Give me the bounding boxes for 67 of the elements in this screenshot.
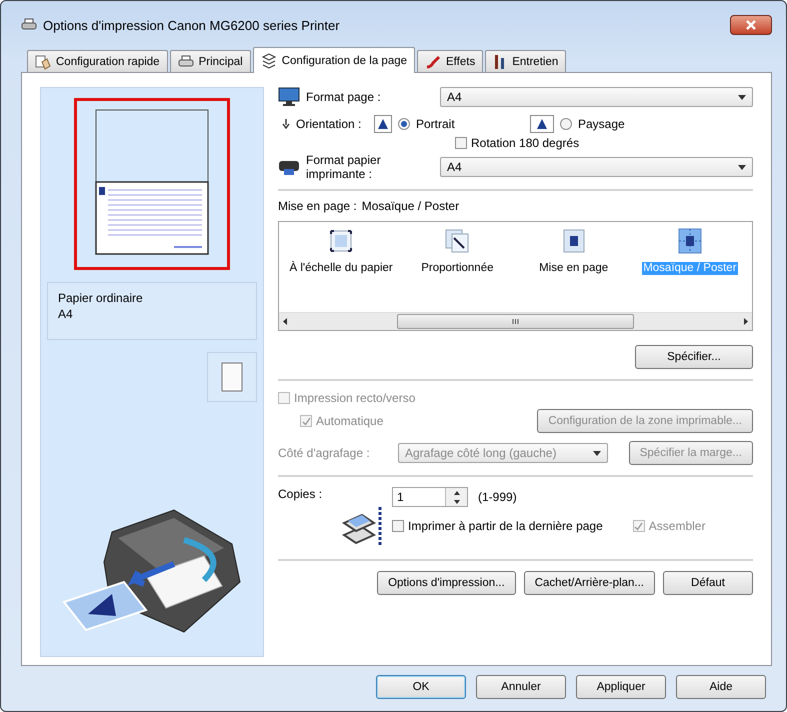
copies-field[interactable]: 1 [392,487,468,507]
tab[interactable]: Configuration de la page [252,47,416,73]
copies-label: Copies : [278,487,324,501]
tab[interactable]: Effets [417,50,484,72]
close-button[interactable] [730,15,772,35]
checkbox[interactable] [455,137,467,149]
paper-type-text: Papier ordinaire [58,291,144,305]
radio-button[interactable] [560,118,572,130]
page-size-dropdown[interactable]: A4 [440,87,753,107]
printer-paper-size-dropdown[interactable]: A4 [440,157,753,177]
copies-range: (1-999) [478,490,517,504]
specify-button[interactable]: Spécifier... [635,345,753,369]
scroll-right-icon [744,318,748,325]
scroll-left-icon [283,318,287,325]
pages-icon [260,52,277,68]
page-icon [221,362,243,392]
layout-value: Mosaïque / Poster [362,199,460,213]
tab[interactable]: Principal [170,50,251,72]
collate-label: Assembler [648,519,706,533]
stapling-label: Côté d'agrafage : [278,446,371,460]
scaled-page-icon [444,228,470,254]
portrait-page-icon [374,115,392,133]
grip-icon [512,319,519,324]
paper-size-text: A4 [58,307,74,321]
page-size-label: Format page : [306,90,382,104]
layout-label: Mise en page : [278,199,357,213]
printer-icon [21,18,37,32]
dialog-button[interactable]: OK [376,675,466,699]
spin-down-icon [454,500,460,504]
landscape-page-icon [530,115,554,133]
dialog-button[interactable]: Aide [676,675,766,699]
caret-icon [738,94,746,100]
dialog-button[interactable]: Appliquer [576,675,666,699]
orientation-label: Orientation : [296,117,362,131]
duplex-label: Impression recto/verso [294,391,416,405]
caret-icon [593,450,601,456]
monitor-icon [278,87,300,107]
dialog-action-button[interactable]: Défaut [663,571,753,595]
page-number-icon [560,228,587,254]
checkbox[interactable] [392,520,404,532]
layout-option[interactable]: À l'échelle du papier [283,228,400,312]
brush-icon [425,54,442,68]
fit-page-icon [328,228,354,254]
tab[interactable]: Configuration rapide [27,50,168,72]
hand-icon [35,54,51,70]
printer-paper-size-label: Format papier imprimante : [306,153,382,181]
close-icon [746,20,756,30]
orientation-option-label: Portrait [416,117,455,131]
reverse-order-label: Imprimer à partir de la dernière page [408,519,603,533]
down-arrow-icon [282,119,290,129]
spin-up-icon [454,490,460,494]
caret-icon [738,164,746,170]
page-thumbnail-button[interactable] [207,352,257,402]
layout-option[interactable]: Proportionnée [399,228,516,312]
layout-option[interactable]: Mise en page [516,228,632,312]
rotate-label: Rotation 180 degrés [471,136,580,150]
tab[interactable]: Entretien [485,50,566,72]
horizontal-scrollbar[interactable] [279,312,752,330]
radio-button[interactable] [398,118,410,130]
dialog-action-button[interactable]: Options d'impression... [377,571,516,595]
dialog-action-button[interactable]: Cachet/Arrière-plan... [524,571,655,595]
window-title: Options d'impression Canon MG6200 series Printer [43,18,341,32]
printer-icon [178,54,194,68]
dialog-button[interactable]: Annuler [476,675,566,699]
orientation-option-label: Paysage [578,117,625,131]
automatic-label: Automatique [316,414,384,428]
page-number-icon [676,228,703,254]
